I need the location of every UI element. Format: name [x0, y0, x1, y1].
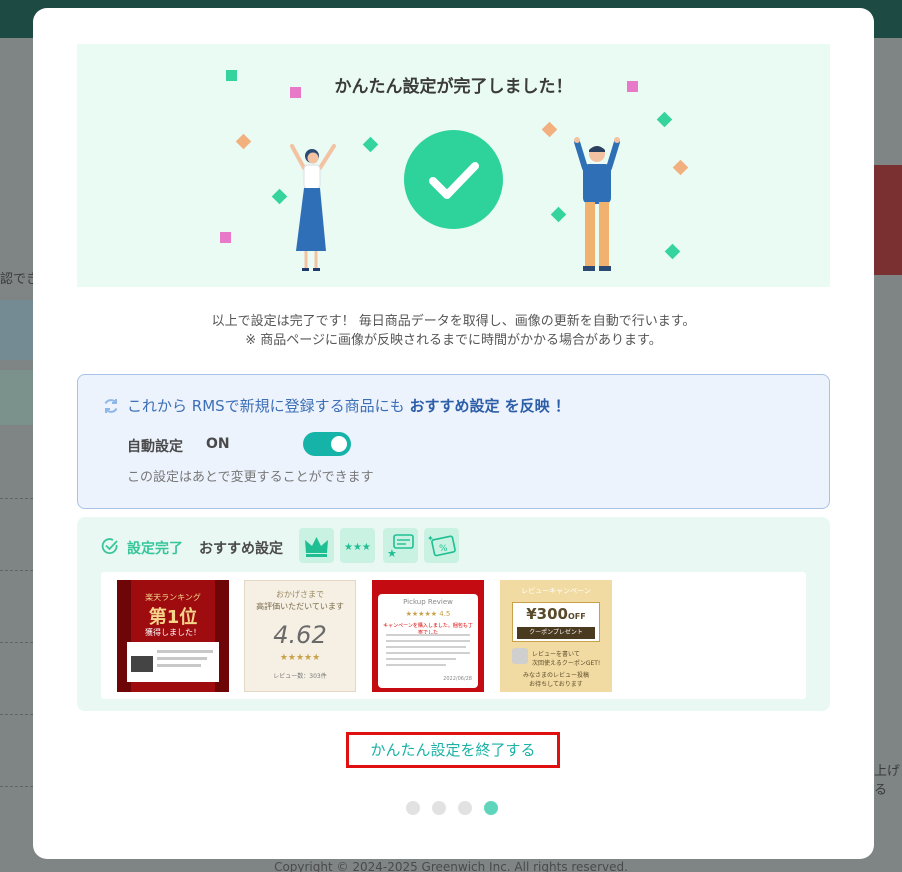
pagination-dot-active[interactable] [484, 801, 498, 815]
background-block [0, 300, 33, 360]
background-divider [0, 570, 33, 571]
hero-illustration: かんたん設定が完了しました！ [77, 44, 830, 287]
campaign-line-8: お待ちしております [529, 681, 583, 688]
ranking-line-3: 獲得しました！ [145, 628, 201, 637]
product-image [131, 656, 153, 672]
rating-stars: ★★★★★ [279, 653, 321, 663]
confetti [290, 87, 301, 98]
svg-text:✦: ✦ [427, 534, 434, 543]
background-block [874, 165, 902, 275]
text-line [386, 634, 470, 636]
rating-line-3: 4.62 [273, 621, 327, 649]
text-line [386, 664, 446, 666]
description-line-1: 以上で設定は完了です！ 毎日商品データを取得し、画像の更新を自動で行います。 [211, 314, 696, 329]
circle-check-icon [101, 538, 118, 554]
rms-message: これから RMSで新規に登録する商品にも おすすめ設定 を反映 ！ [127, 395, 570, 416]
text-line [157, 650, 213, 653]
auto-setting-label: 自動設定 [127, 439, 183, 455]
stars-icon: ★★★ [340, 528, 375, 563]
campaign-line-4: クーポンプレゼント [517, 627, 595, 639]
review-card: Pickup Review ★★★★★ 4.5 キャンペーンを購入しました。梱包… [378, 594, 478, 688]
text-line [157, 657, 207, 660]
rating-line-4: レビュー数：303件 [273, 673, 327, 680]
finish-easy-setup-label: かんたん設定を終了する [370, 741, 536, 759]
background-divider [0, 786, 33, 787]
step-pagination [406, 801, 502, 815]
description-line-2: ※ 商品ページに画像が反映されるまでに時間がかかる場合があります。 [245, 333, 662, 348]
pickup-line-1: Pickup Review [403, 598, 453, 606]
coupon-amount: ¥300OFF [513, 605, 599, 623]
svg-text:★: ★ [387, 547, 397, 560]
woman-cheering-illustration [290, 144, 336, 271]
confetti [656, 111, 673, 128]
pickup-line-2: 4.5 [439, 610, 451, 618]
campaign-line-7: みなさまのレビュー投稿 [522, 672, 589, 679]
coupon-card: ¥300OFF クーポンプレゼント [512, 602, 600, 642]
ranking-product-card [127, 642, 219, 682]
pickup-line-4: 2022/06/28 [443, 676, 472, 682]
confetti [362, 136, 379, 153]
background-divider [0, 714, 33, 715]
confetti [226, 70, 237, 81]
hero-title: かんたん設定が完了しました！ [334, 77, 573, 97]
auto-setting-value: ON [206, 436, 230, 452]
coupon-icon: % ✦ [424, 528, 459, 563]
pagination-dot[interactable] [406, 801, 420, 815]
rms-auto-setting-panel: これから RMSで新規に登録する商品にも おすすめ設定 を反映 ！ 自動設定 O… [77, 374, 830, 509]
setup-complete-modal: かんたん設定が完了しました！ 以上で設定は完了です！ 毎日商品データを取得し、画… [33, 8, 874, 859]
sync-icon [104, 399, 118, 413]
ranking-banner-thumbnail: 楽天ランキング 第1位 獲得しました！ [117, 580, 229, 692]
text-line [386, 658, 456, 660]
confetti [550, 206, 567, 223]
review-bubble-icon: ★ [383, 528, 418, 563]
confetti [541, 121, 558, 138]
ranking-line-2: 第1位 [148, 607, 198, 628]
review-campaign-thumbnail: レビューキャンペーン ¥300OFF クーポンプレゼント レビューを書いて 次回… [500, 580, 612, 692]
background-right-text: 上げる [874, 764, 901, 798]
man-cheering-illustration [574, 137, 620, 271]
toggle-knob [331, 436, 347, 452]
rating-line-2: 高評価いただいています [256, 602, 344, 611]
pickup-review-thumbnail: Pickup Review ★★★★★ 4.5 キャンペーンを購入しました。梱包… [372, 580, 484, 692]
recommended-setting-label: おすすめ設定 [199, 541, 283, 557]
campaign-line-5: レビューを書いて [532, 651, 580, 658]
rms-message-prefix: これから RMSで新規に登録する商品にも [127, 397, 405, 415]
pagination-dot[interactable] [432, 801, 446, 815]
setting-complete-label: 設定完了 [127, 541, 183, 557]
pickup-stars: ★★★★★ 4.5 [405, 610, 451, 618]
recommended-image-previews: 楽天ランキング 第1位 獲得しました！ おかげさまで 高評価いただいています 4… [101, 572, 806, 699]
confetti [627, 81, 638, 92]
auto-setting-note: この設定はあとで変更することができます [127, 470, 374, 485]
auto-setting-toggle[interactable] [303, 432, 351, 456]
background-copyright: Copyright © 2024-2025 Greenwich Inc. All… [274, 860, 628, 872]
confetti [220, 232, 231, 243]
campaign-line-1: レビューキャンペーン [521, 587, 591, 595]
rating-banner-thumbnail: おかげさまで 高評価いただいています 4.62 ★★★★★ レビュー数：303件 [244, 580, 356, 692]
crown-icon [299, 528, 334, 563]
confetti [235, 133, 252, 150]
campaign-line-6: 次回使えるクーポンGET! [532, 660, 601, 667]
text-line [386, 646, 466, 648]
svg-text:★★★: ★★★ [344, 542, 371, 553]
hand-illustration [512, 648, 528, 664]
ranking-line-1: 楽天ランキング [145, 593, 201, 602]
svg-text:%: % [439, 544, 448, 554]
rms-message-strong: おすすめ設定 を反映 ！ [409, 397, 570, 415]
pagination-dot[interactable] [458, 801, 472, 815]
confetti [672, 159, 689, 176]
text-line [157, 664, 201, 667]
background-divider [0, 642, 33, 643]
completion-description: 以上で設定は完了です！ 毎日商品データを取得し、画像の更新を自動で行います。 ※… [33, 312, 874, 350]
campaign-line-3: OFF [568, 612, 586, 621]
background-block [0, 370, 33, 425]
text-line [386, 640, 470, 642]
confetti [664, 243, 681, 260]
rating-line-1: おかげさまで [276, 590, 324, 599]
background-divider [0, 498, 33, 499]
setting-complete-panel: 設定完了 おすすめ設定 ★★★ ★ % ✦ 楽天ランキング 第1位 獲得しました！ [77, 517, 830, 711]
text-line [386, 652, 470, 654]
finish-easy-setup-button[interactable]: かんたん設定を終了する [346, 732, 560, 768]
success-check-icon [404, 130, 503, 229]
campaign-line-2: ¥300 [526, 605, 568, 623]
